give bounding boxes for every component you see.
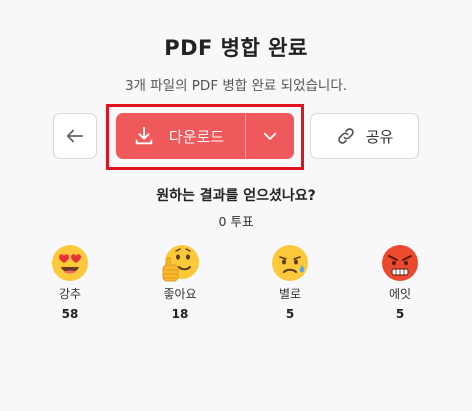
reaction-love[interactable]: 강추 58 (40, 243, 100, 321)
reaction-count: 5 (395, 307, 405, 321)
share-label: 공유 (365, 127, 394, 146)
page-title: PDF 병합 완료 (164, 36, 308, 60)
reaction-count: 5 (285, 307, 295, 321)
thumbs-up-emoji-icon (162, 245, 199, 282)
chevron-down-icon (263, 132, 277, 140)
reaction-label: 강추 (58, 287, 82, 301)
link-icon (337, 128, 354, 144)
reaction-count: 18 (171, 307, 189, 321)
reaction-label: 별로 (278, 287, 302, 301)
download-button-group: 다운로드 (116, 113, 294, 159)
download-icon (135, 126, 153, 145)
heart-eyes-emoji-icon (52, 245, 88, 281)
reaction-meh[interactable]: 별로 5 (260, 243, 320, 321)
sad-emoji-icon (272, 245, 308, 281)
arrow-left-icon (66, 129, 84, 143)
angry-emoji-icon (382, 245, 418, 281)
vote-count: 0 투표 (218, 214, 254, 229)
download-label: 다운로드 (168, 127, 225, 146)
feedback-question: 원하는 결과를 얻으셨나요? (156, 188, 316, 204)
reaction-label: 에잇 (388, 287, 412, 301)
reaction-angry[interactable]: 에잇 5 (370, 243, 430, 321)
reaction-like[interactable]: 좋아요 18 (150, 243, 210, 321)
download-button[interactable]: 다운로드 (116, 113, 245, 159)
share-button[interactable]: 공유 (310, 113, 419, 159)
download-options-button[interactable] (246, 113, 294, 159)
reaction-count: 58 (61, 307, 79, 321)
back-button[interactable] (53, 113, 97, 159)
page-subtitle: 3개 파일의 PDF 병합 완료 되었습니다. (124, 78, 348, 94)
reaction-label: 좋아요 (163, 287, 197, 301)
